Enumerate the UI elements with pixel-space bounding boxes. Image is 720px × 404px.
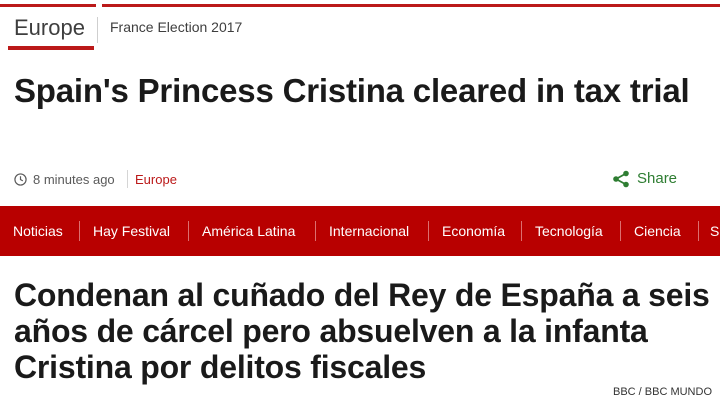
mundo-article-headline: Condenan al cuñado del Rey de España a s…: [14, 277, 710, 385]
section-nav: Europe France Election 2017: [0, 7, 720, 50]
mundo-nav-internacional[interactable]: Internacional: [329, 223, 409, 239]
mundo-nav-tecnologia[interactable]: Tecnología: [535, 223, 603, 239]
nav-item-france-election[interactable]: France Election 2017: [110, 19, 242, 35]
image-credit: BBC / BBC MUNDO: [612, 386, 712, 398]
mundo-nav-truncated[interactable]: S: [710, 223, 719, 239]
mundo-nav-ciencia[interactable]: Ciencia: [634, 223, 681, 239]
mundo-nav-bar: Noticias Hay Festival América Latina Int…: [0, 206, 720, 256]
meta-separator: [127, 170, 128, 188]
nav-separator: [698, 221, 699, 241]
nav-item-europe[interactable]: Europe: [14, 15, 85, 41]
share-icon: [613, 170, 629, 188]
mundo-nav-hay-festival[interactable]: Hay Festival: [93, 223, 170, 239]
share-button[interactable]: Share: [612, 170, 692, 190]
mundo-nav-noticias[interactable]: Noticias: [13, 223, 63, 239]
mundo-nav-america-latina[interactable]: América Latina: [202, 223, 295, 239]
nav-divider: [97, 17, 98, 43]
active-nav-underline: [8, 46, 94, 50]
nav-separator: [521, 221, 522, 241]
article-headline: Spain's Princess Cristina cleared in tax…: [14, 72, 690, 109]
nav-separator: [315, 221, 316, 241]
category-link[interactable]: Europe: [135, 172, 177, 187]
timestamp: 8 minutes ago: [33, 172, 115, 187]
nav-separator: [428, 221, 429, 241]
clock-icon: [14, 173, 27, 186]
article-meta: 8 minutes ago Europe Share: [14, 170, 704, 190]
nav-separator: [79, 221, 80, 241]
mundo-nav-economia[interactable]: Economía: [442, 223, 505, 239]
nav-separator: [188, 221, 189, 241]
nav-separator: [620, 221, 621, 241]
share-label: Share: [637, 170, 678, 187]
